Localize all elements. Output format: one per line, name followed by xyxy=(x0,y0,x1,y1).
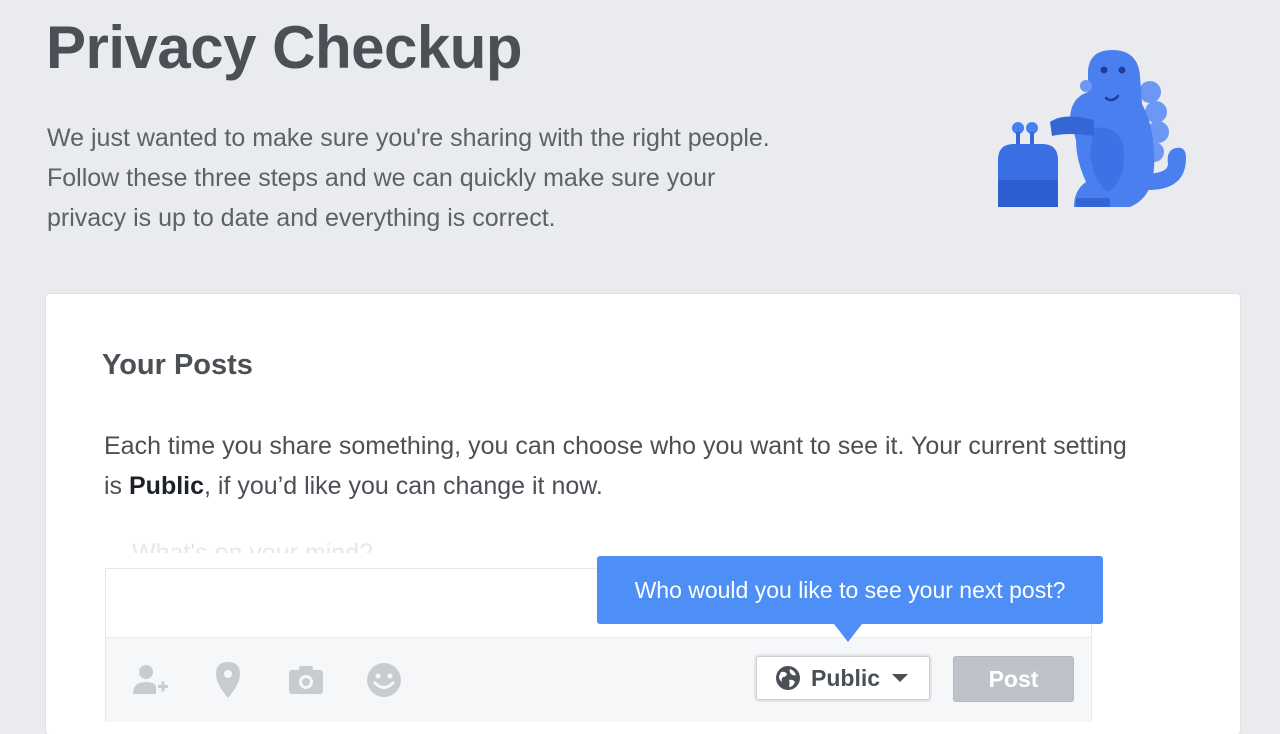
privacy-selector-label: Public xyxy=(811,664,881,691)
tooltip-arrow xyxy=(834,624,862,642)
location-icon[interactable] xyxy=(206,658,250,702)
globe-icon xyxy=(776,666,800,690)
emoji-icon[interactable] xyxy=(362,658,406,702)
intro-line: Follow these three steps and we can quic… xyxy=(47,164,716,192)
intro-line: We just wanted to make sure you're shari… xyxy=(47,124,770,152)
card-description: Each time you share something, you can c… xyxy=(104,426,1144,506)
composer-toolbar: Public Post xyxy=(106,637,1091,722)
dinosaur-mascot-icon xyxy=(998,50,1186,207)
current-setting-value: Public xyxy=(129,472,205,500)
post-button[interactable]: Post xyxy=(953,656,1074,702)
camera-icon[interactable] xyxy=(284,658,328,702)
intro-text: We just wanted to make sure you're shari… xyxy=(47,118,907,238)
composer-placeholder[interactable]: What's on your mind? xyxy=(132,533,373,553)
privacy-selector-button[interactable]: Public xyxy=(756,656,930,700)
page-title: Privacy Checkup xyxy=(46,14,523,81)
intro-line: privacy is up to date and everything is … xyxy=(47,204,556,232)
card-title: Your Posts xyxy=(102,349,253,381)
tag-friends-icon[interactable] xyxy=(128,658,172,702)
chevron-down-icon xyxy=(892,674,909,682)
privacy-tooltip: Who would you like to see your next post… xyxy=(597,556,1103,624)
card-description-text: , if you’d like you can change it now. xyxy=(204,472,603,500)
your-posts-card: Your Posts Each time you share something… xyxy=(46,294,1240,734)
